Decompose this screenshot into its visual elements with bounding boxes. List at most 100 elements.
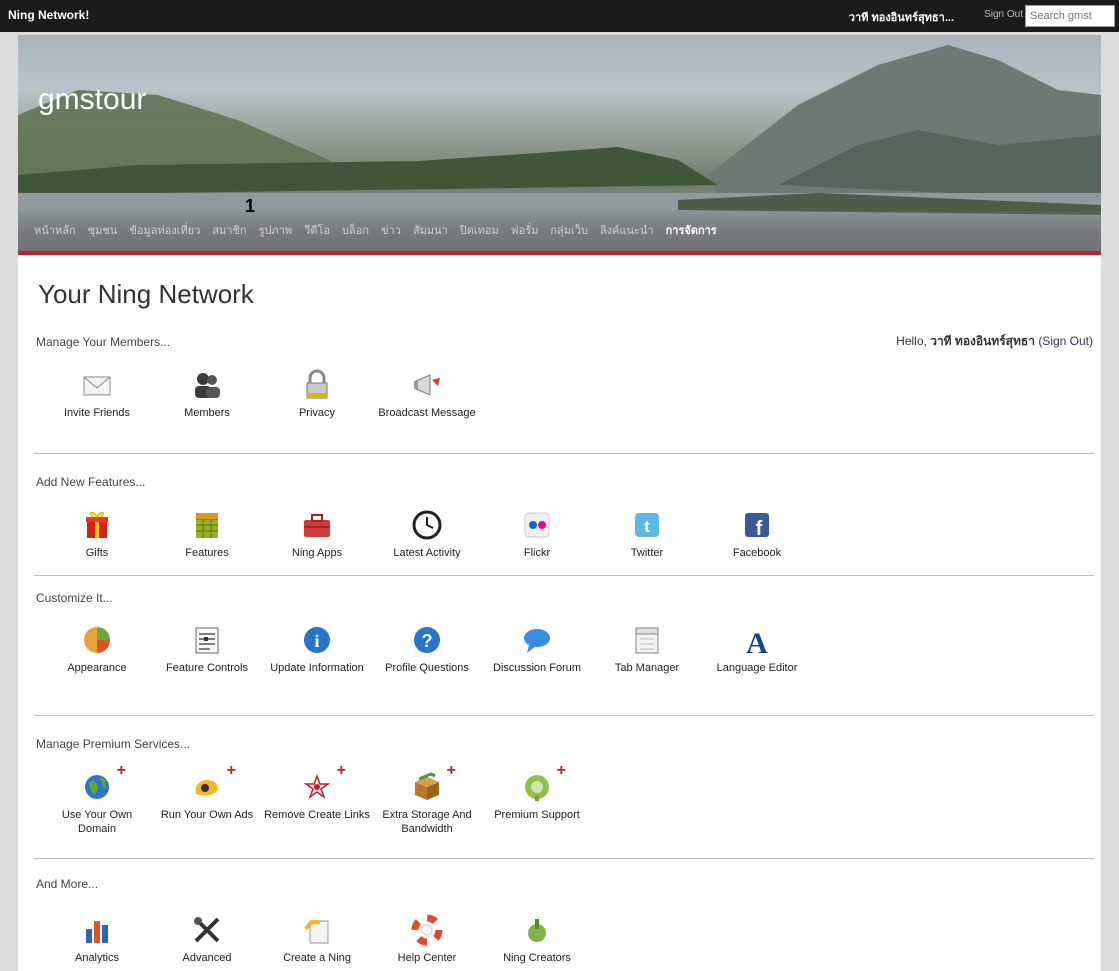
features-grid-icon [190, 508, 224, 542]
site-title[interactable]: gmstour [38, 83, 146, 117]
premium-plus-icon: + [336, 762, 346, 779]
facebook-link[interactable]: f Facebook [702, 508, 812, 560]
premium-plus-icon: + [226, 762, 236, 779]
nav-item[interactable]: สมาชิก [212, 221, 246, 239]
privacy-link[interactable]: Privacy [262, 368, 372, 420]
use-your-own-domain-link[interactable]: + Use Your Own Domain [42, 763, 152, 836]
ads-icon: + [190, 763, 236, 804]
more-row: Analytics Advanced Create a Ning Help Ce… [42, 913, 592, 965]
search-input[interactable] [1025, 5, 1115, 27]
help-center-link[interactable]: Help Center [372, 913, 482, 965]
section-label-more: And More... [36, 877, 99, 891]
top-bar: Ning Network! วาที ทองอินทร์สุทธา... Sig… [0, 0, 1119, 32]
storage-box-icon: + [410, 763, 456, 804]
discussion-forum-link[interactable]: Discussion Forum [482, 623, 592, 675]
hello-greeting: Hello, วาที ทองอินทร์สุทธา (Sign Out) [896, 332, 1093, 351]
section-label-members: Manage Your Members... [36, 335, 171, 349]
nav-item[interactable]: สัมมนา [413, 221, 448, 239]
main-nav: หน้าหลัก ชุมชน ข้อมูลท่องเที่ยว สมาชิก ร… [18, 211, 1101, 255]
clock-icon [410, 508, 444, 542]
twitter-link[interactable]: t Twitter [592, 508, 702, 560]
item-label: Gifts [85, 547, 109, 559]
nav-item[interactable]: ลิงค์แนะนำ [600, 221, 654, 239]
customize-row: Appearance Feature Controls i Update Inf… [42, 623, 812, 675]
analytics-link[interactable]: Analytics [42, 913, 152, 965]
network-brand-link[interactable]: Ning Network! [8, 8, 89, 22]
item-label: Extra Storage And Bandwidth [382, 809, 472, 835]
twitter-icon: t [630, 508, 664, 542]
item-label: Run Your Own Ads [160, 809, 254, 821]
advanced-link[interactable]: Advanced [152, 913, 262, 965]
remove-create-links-link[interactable]: + Remove Create Links [262, 763, 372, 836]
premium-row: + Use Your Own Domain + Run Your Own Ads… [42, 763, 592, 836]
hello-label: Hello, [896, 334, 927, 348]
nav-item[interactable]: ชุมชน [88, 221, 118, 239]
section-divider [34, 575, 1094, 576]
broadcast-message-link[interactable]: Broadcast Message [372, 368, 482, 420]
item-label: Language Editor [716, 662, 798, 674]
section-divider [34, 453, 1094, 454]
latest-activity-link[interactable]: Latest Activity [372, 508, 482, 560]
item-label: Members [184, 407, 230, 419]
section-divider [34, 858, 1094, 859]
item-label: Latest Activity [393, 547, 461, 559]
nav-item[interactable]: ข่าว [381, 221, 401, 239]
ning-creators-link[interactable]: Ning Creators [482, 913, 592, 965]
item-label: Analytics [74, 952, 120, 964]
nav-item[interactable]: ฟอรั่ม [511, 221, 539, 239]
top-signout-link[interactable]: Sign Out [984, 9, 1023, 20]
run-your-own-ads-link[interactable]: + Run Your Own Ads [152, 763, 262, 836]
item-label: Feature Controls [166, 662, 248, 674]
info-icon: i [300, 623, 334, 657]
nav-item-active[interactable]: การจัดการ [666, 221, 717, 239]
site-header-banner: gmstour หน้าหลัก ชุมชน ข้อมูลท่องเที่ยว … [18, 35, 1101, 255]
create-a-ning-link[interactable]: Create a Ning [262, 913, 372, 965]
lifebuoy-icon [410, 913, 444, 947]
svg-text:i: i [314, 631, 319, 651]
megaphone-icon [410, 368, 444, 402]
features-link[interactable]: Features [152, 508, 262, 560]
item-label: Create a Ning [283, 952, 351, 964]
signout-link[interactable]: (Sign Out) [1038, 334, 1093, 348]
invite-friends-link[interactable]: Invite Friends [42, 368, 152, 420]
analytics-icon [80, 913, 114, 947]
flickr-icon [520, 508, 554, 542]
features-row: Gifts Features Ning Apps Latest Activity… [42, 508, 812, 560]
nav-item[interactable]: ปิดเทอม [460, 221, 499, 239]
item-label: Flickr [523, 547, 551, 559]
envelope-icon [80, 368, 114, 402]
nav-item[interactable]: บล็อก [342, 221, 369, 239]
controls-icon [190, 623, 224, 657]
nav-item[interactable]: ข้อมูลท่องเที่ยว [129, 221, 200, 239]
item-label: Features [185, 547, 229, 559]
flickr-link[interactable]: Flickr [482, 508, 592, 560]
section-label-premium: Manage Premium Services... [36, 737, 191, 751]
premium-support-link[interactable]: + Premium Support [482, 763, 592, 836]
nav-item[interactable]: หน้าหลัก [34, 221, 76, 239]
section-divider [34, 715, 1094, 716]
create-ning-icon [300, 913, 334, 947]
nav-item[interactable]: วีดีโอ [304, 221, 330, 239]
nav-item[interactable]: กลุ่มเว็บ [550, 221, 588, 239]
hello-user-name[interactable]: วาที ทองอินทร์สุทธา [930, 334, 1035, 348]
appearance-link[interactable]: Appearance [42, 623, 152, 675]
profile-questions-link[interactable]: ? Profile Questions [372, 623, 482, 675]
members-link[interactable]: Members [152, 368, 262, 420]
premium-plus-icon: + [116, 762, 126, 779]
tab-manager-link[interactable]: Tab Manager [592, 623, 702, 675]
section-label-customize: Customize It... [36, 591, 113, 605]
tab-manager-icon [630, 623, 664, 657]
ning-apps-link[interactable]: Ning Apps [262, 508, 372, 560]
svg-text:?: ? [422, 631, 433, 651]
item-label: Twitter [630, 547, 664, 559]
nav-item[interactable]: รูปภาพ [259, 221, 293, 239]
extra-storage-link[interactable]: + Extra Storage And Bandwidth [372, 763, 482, 836]
update-information-link[interactable]: i Update Information [262, 623, 372, 675]
palette-icon [80, 623, 114, 657]
language-editor-link[interactable]: A Language Editor [702, 623, 812, 675]
feature-controls-link[interactable]: Feature Controls [152, 623, 262, 675]
gifts-link[interactable]: Gifts [42, 508, 152, 560]
page-title: Your Ning Network [38, 279, 254, 309]
current-user-link[interactable]: วาที ทองอินทร์สุทธา... [849, 8, 954, 26]
section-label-features: Add New Features... [36, 475, 146, 489]
